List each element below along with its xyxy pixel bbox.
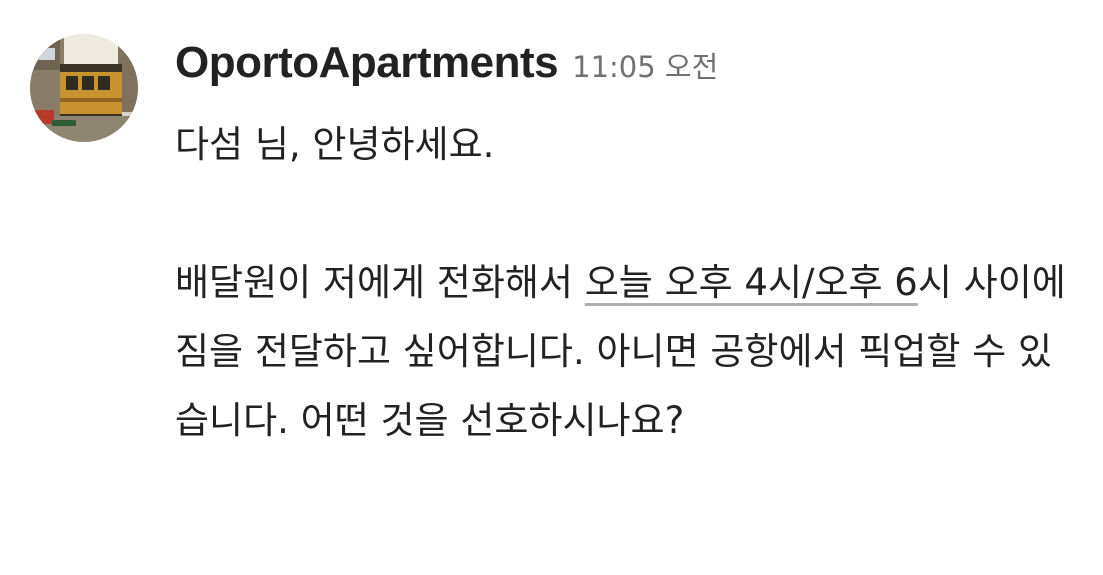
suggested-time-link[interactable]: 오늘 오후 4시/오후 6 [585, 261, 918, 304]
paragraph-text-start: 배달원이 저에게 전화해서 [175, 261, 585, 304]
message-header: OportoApartments 11:05 오전 [175, 38, 718, 88]
avatar[interactable] [30, 34, 138, 142]
message-paragraph: 배달원이 저에게 전화해서 오늘 오후 4시/오후 6시 사이에 짐을 전달하고… [175, 248, 1075, 455]
sender-name[interactable]: OportoApartments [175, 38, 559, 88]
chat-message: OportoApartments 11:05 오전 다섬 님, 안녕하세요. 배… [0, 0, 1103, 575]
greeting-text: 다섬 님, 안녕하세요. [175, 123, 495, 166]
tram-photo-avatar [30, 34, 138, 142]
message-body: 다섬 님, 안녕하세요. 배달원이 저에게 전화해서 오늘 오후 4시/오후 6… [175, 110, 1075, 455]
message-timestamp: 11:05 오전 [572, 50, 719, 84]
